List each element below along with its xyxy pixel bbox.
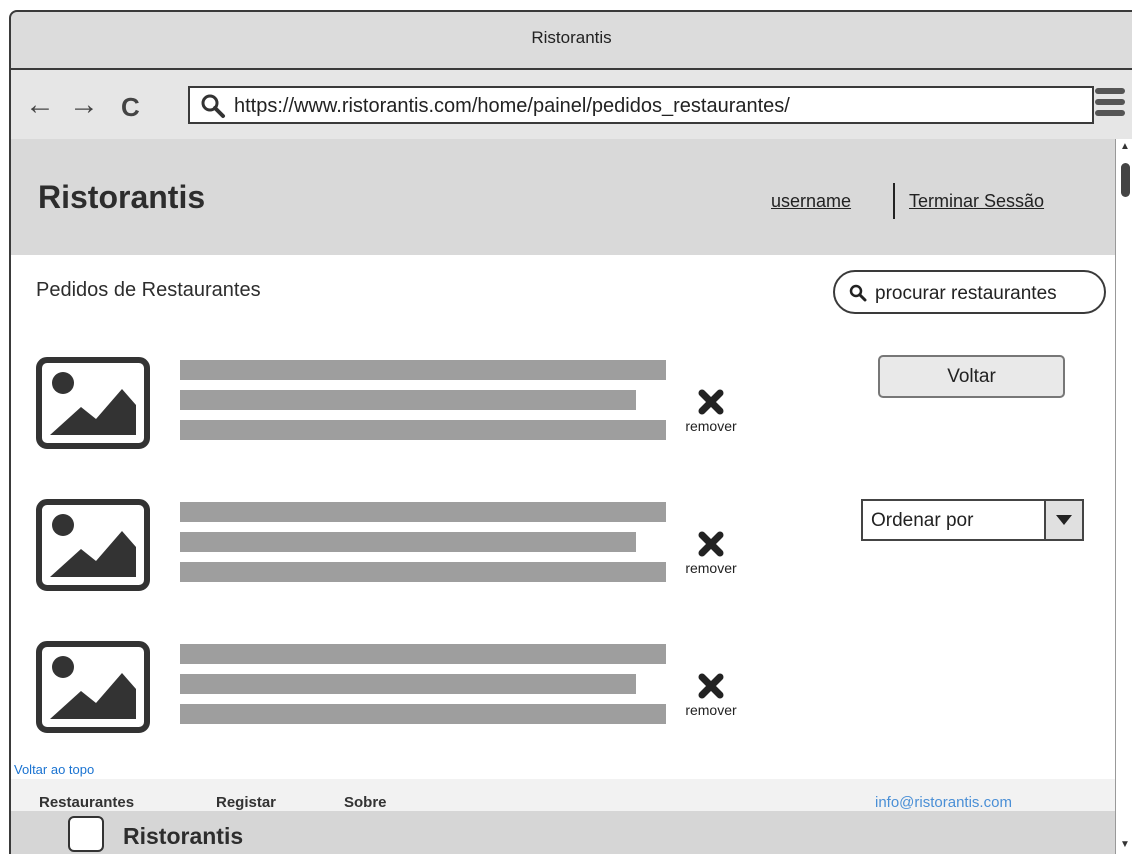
close-icon bbox=[698, 531, 724, 557]
remove-label: remover bbox=[685, 418, 737, 434]
chevron-down-icon bbox=[1056, 515, 1072, 525]
scrollbar-thumb[interactable] bbox=[1121, 163, 1130, 197]
scroll-up-icon[interactable]: ▲ bbox=[1120, 141, 1130, 152]
footer-link-restaurantes[interactable]: Restaurantes bbox=[39, 794, 134, 811]
back-arrow-icon[interactable]: ← bbox=[25, 90, 55, 120]
page-viewport: Ristorantis username Terminar Sessão Ped… bbox=[9, 139, 1115, 854]
back-button[interactable]: Voltar bbox=[878, 355, 1065, 398]
search-placeholder: procurar restaurantes bbox=[875, 283, 1057, 304]
site-logo[interactable]: Ristorantis bbox=[38, 179, 205, 216]
close-icon bbox=[698, 673, 724, 699]
text-placeholder-line bbox=[180, 644, 666, 664]
header-divider bbox=[893, 183, 895, 219]
search-icon bbox=[849, 284, 867, 302]
text-placeholder-line bbox=[180, 502, 666, 522]
footer-logo-icon bbox=[68, 816, 104, 852]
text-placeholder-line bbox=[180, 390, 636, 410]
footer-logo: Ristorantis bbox=[123, 823, 244, 849]
forward-arrow-icon[interactable]: → bbox=[69, 90, 99, 120]
reload-icon[interactable]: C bbox=[121, 92, 140, 122]
sort-dropdown-toggle[interactable] bbox=[1044, 501, 1082, 539]
site-footer: Restaurantes Registar Sobre info@ristora… bbox=[11, 779, 1115, 854]
text-placeholder-line bbox=[180, 532, 636, 552]
window-title: Ristorantis bbox=[531, 28, 612, 47]
search-icon bbox=[201, 94, 225, 118]
text-placeholder-line bbox=[180, 704, 666, 724]
footer-email-link[interactable]: info@ristorantis.com bbox=[875, 794, 1012, 811]
close-icon bbox=[698, 389, 724, 415]
window-titlebar: Ristorantis bbox=[9, 10, 1132, 68]
url-text: https://www.ristorantis.com/home/painel/… bbox=[234, 95, 790, 117]
logout-link[interactable]: Terminar Sessão bbox=[909, 191, 1044, 212]
site-header: Ristorantis username Terminar Sessão bbox=[11, 139, 1115, 255]
username-link[interactable]: username bbox=[771, 191, 851, 212]
footer-brand-bar: Ristorantis bbox=[11, 811, 1115, 854]
browser-toolbar: ← → C https://www.ristorantis.com/home/p… bbox=[9, 68, 1132, 139]
text-placeholder-line bbox=[180, 360, 666, 380]
sort-select[interactable]: Ordenar por bbox=[861, 499, 1084, 541]
search-input[interactable]: procurar restaurantes bbox=[833, 270, 1106, 314]
footer-link-registar[interactable]: Registar bbox=[216, 794, 276, 811]
image-icon bbox=[36, 641, 150, 733]
sort-select-value: Ordenar por bbox=[871, 510, 974, 531]
image-icon bbox=[36, 357, 150, 449]
list-item: remover bbox=[11, 641, 771, 741]
list-item: remover bbox=[11, 499, 771, 599]
text-placeholder-line bbox=[180, 420, 666, 440]
remove-label: remover bbox=[685, 702, 737, 718]
address-bar[interactable]: https://www.ristorantis.com/home/painel/… bbox=[188, 86, 1094, 124]
back-to-top-link[interactable]: Voltar ao topo bbox=[14, 762, 94, 777]
remove-button[interactable]: remover bbox=[681, 530, 741, 590]
window-frame bbox=[0, 0, 9, 854]
page-title: Pedidos de Restaurantes bbox=[36, 279, 261, 301]
text-placeholder-line bbox=[180, 674, 636, 694]
remove-label: remover bbox=[685, 560, 737, 576]
scroll-down-icon[interactable]: ▼ bbox=[1120, 839, 1130, 850]
remove-button[interactable]: remover bbox=[681, 388, 741, 448]
footer-link-sobre[interactable]: Sobre bbox=[344, 794, 387, 811]
vertical-scrollbar[interactable]: ▲ ▼ bbox=[1115, 139, 1132, 854]
remove-button[interactable]: remover bbox=[681, 672, 741, 732]
image-icon bbox=[36, 499, 150, 591]
hamburger-menu-icon[interactable] bbox=[1095, 88, 1125, 120]
list-item: remover bbox=[11, 357, 771, 457]
text-placeholder-line bbox=[180, 562, 666, 582]
